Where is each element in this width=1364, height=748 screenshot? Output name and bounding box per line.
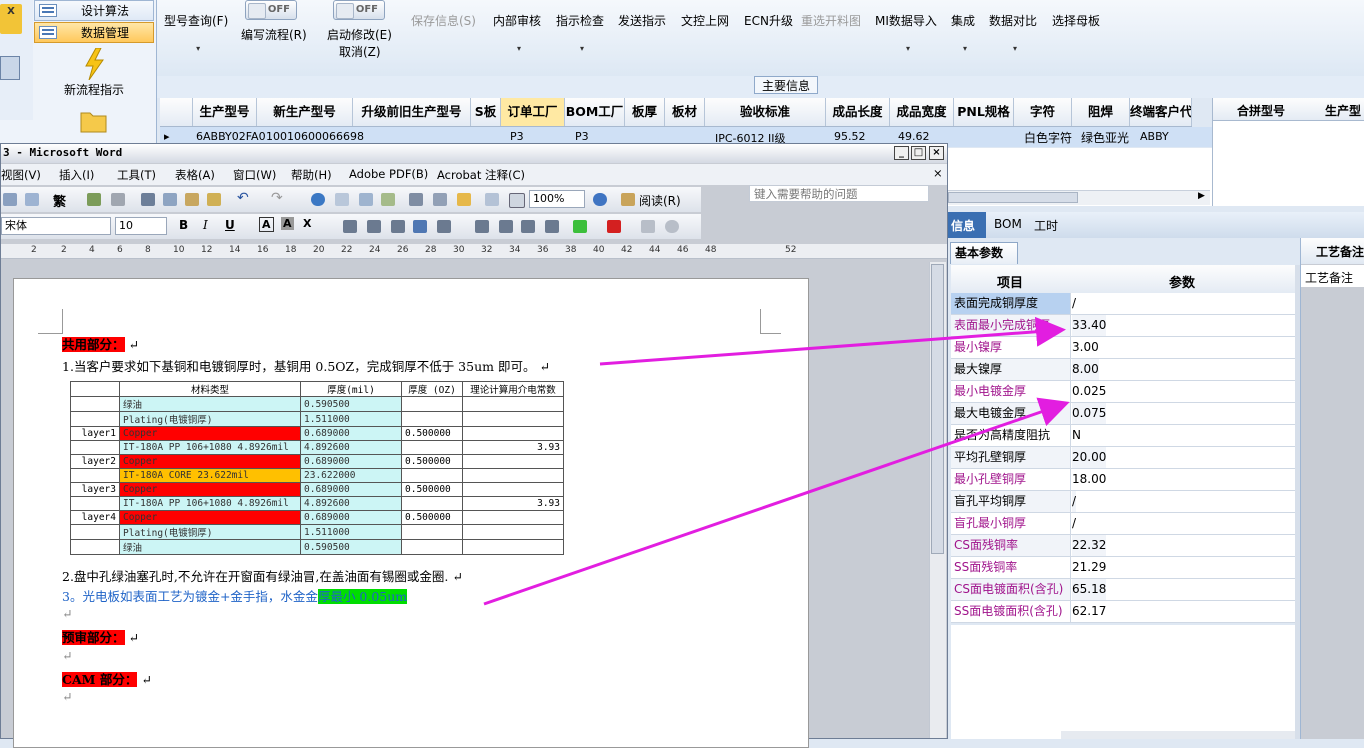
arrow-to-min-copper	[599, 316, 1066, 366]
annotation-arrows	[483, 316, 1070, 606]
arrow-to-min-gold	[483, 397, 1070, 606]
